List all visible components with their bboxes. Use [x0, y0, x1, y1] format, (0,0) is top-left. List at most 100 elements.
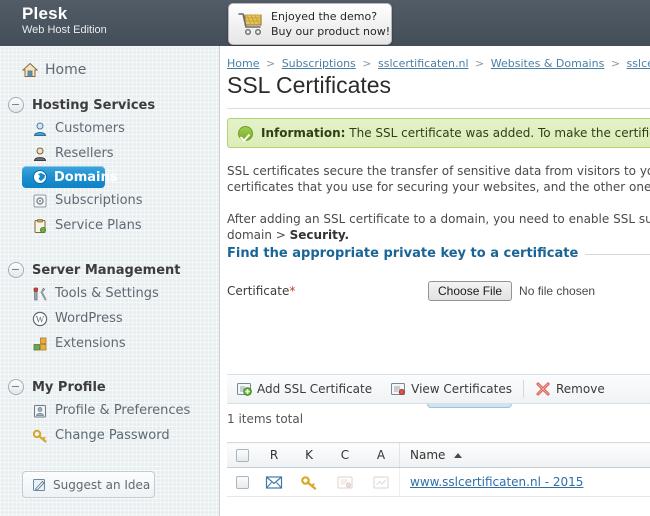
- row-cell-a: [363, 467, 400, 497]
- actions-toolbar: Add SSL Certificate View Certificates Re…: [227, 374, 650, 404]
- ca-certificate-icon-disabled: [373, 476, 389, 488]
- certificate-label-text: Certificate: [227, 284, 290, 298]
- sidebar-item-service-plans[interactable]: Service Plans: [0, 213, 219, 238]
- remove-label: Remove: [556, 382, 605, 396]
- intro-paragraph-2-line1: After adding an SSL certificate to a dom…: [227, 212, 650, 226]
- certificate-field-label: Certificate*: [227, 284, 295, 298]
- sidebar-item-customers[interactable]: Customers: [0, 116, 219, 141]
- section-header-private-key: Find the appropriate private key to a ce…: [227, 246, 650, 262]
- sidebar-item-extensions-label: Extensions: [55, 336, 126, 351]
- collapse-minus-icon[interactable]: [8, 262, 24, 278]
- demo-banner-text: Enjoyed the demo? Buy our product now!: [271, 9, 390, 39]
- main-content: Home > Subscriptions > sslcertificaten.n…: [220, 46, 650, 516]
- brand-logo[interactable]: Plesk Web Host Edition: [22, 4, 107, 36]
- breadcrumb-separator: >: [265, 57, 276, 70]
- profile-icon: [34, 404, 46, 417]
- envelope-icon[interactable]: [265, 475, 283, 490]
- wordpress-icon: W: [32, 311, 48, 326]
- info-banner-label: Information:: [261, 126, 346, 140]
- breadcrumb-item-home[interactable]: Home: [227, 57, 259, 70]
- view-certificates-button[interactable]: View Certificates: [381, 375, 521, 403]
- sidebar-item-service-plans-label: Service Plans: [55, 218, 142, 233]
- sidebar-item-resellers[interactable]: Resellers: [0, 141, 219, 166]
- user-icon: [33, 122, 47, 136]
- sidebar-group-header-my-profile[interactable]: My Profile: [0, 376, 219, 398]
- sidebar-item-change-password-label: Change Password: [55, 428, 170, 443]
- sidebar-item-home[interactable]: Home: [0, 58, 219, 82]
- info-banner-text: Information: The SSL certificate was add…: [261, 126, 650, 140]
- collapse-minus-icon[interactable]: [8, 97, 24, 113]
- tools-icon: [33, 287, 47, 300]
- sidebar-item-profile-preferences[interactable]: Profile & Preferences: [0, 398, 219, 423]
- sidebar-group-label: Hosting Services: [32, 97, 156, 113]
- table-row[interactable]: www.sslcertificaten.nl - 2015: [227, 467, 650, 497]
- column-header-r[interactable]: R: [257, 442, 291, 468]
- certificate-name-link[interactable]: www.sslcertificaten.nl - 2015: [410, 475, 583, 489]
- sidebar-group-hosting-services: Hosting Services Customers Resellers Dom…: [0, 94, 219, 238]
- breadcrumb-item-domain-2[interactable]: sslcertificaten.nl: [627, 57, 650, 70]
- add-ssl-certificate-button[interactable]: Add SSL Certificate: [227, 375, 381, 403]
- remove-button[interactable]: Remove: [526, 375, 614, 403]
- sidebar-item-tools-settings-label: Tools & Settings: [55, 286, 159, 301]
- row-checkbox[interactable]: [235, 476, 249, 489]
- sidebar-item-subscriptions[interactable]: Subscriptions: [0, 188, 219, 213]
- sidebar-item-home-label: Home: [45, 62, 87, 78]
- shopping-cart-icon: [238, 13, 262, 36]
- section-header-label[interactable]: Find the appropriate private key to a ce…: [227, 246, 586, 261]
- page-title: SSL Certificates: [227, 72, 392, 98]
- intro-paragraph-2-line2: domain >: [227, 228, 290, 242]
- sidebar-navigation: Home Hosting Services Customers Reseller…: [0, 46, 220, 516]
- sidebar-group-header-server-management[interactable]: Server Management: [0, 259, 219, 281]
- breadcrumb-separator: >: [475, 57, 485, 70]
- certificate-add-icon: [237, 383, 252, 396]
- breadcrumb-item-websites-domains[interactable]: Websites & Domains: [491, 57, 605, 70]
- intro-paragraph-1-cont: certificates that you use for securing y…: [227, 179, 650, 195]
- breadcrumb-item-domain[interactable]: sslcertificaten.nl: [378, 57, 469, 70]
- certificate-view-icon: [391, 383, 406, 396]
- intro-paragraph-1: SSL certificates secure the transfer of …: [227, 163, 650, 179]
- sidebar-group-label: My Profile: [32, 379, 106, 395]
- sidebar-group-header-hosting-services[interactable]: Hosting Services: [0, 94, 219, 116]
- sidebar-item-wordpress-label: WordPress: [55, 311, 123, 326]
- select-all-checkbox[interactable]: [235, 449, 249, 462]
- key-icon[interactable]: [300, 475, 318, 490]
- sidebar-item-extensions[interactable]: Extensions: [0, 331, 219, 356]
- collapse-minus-icon[interactable]: [8, 379, 24, 395]
- remove-x-icon: [536, 382, 550, 396]
- items-total-count: 1 items total: [227, 412, 304, 426]
- column-header-c[interactable]: C: [327, 442, 363, 468]
- sidebar-item-domains-label: Domains: [54, 169, 118, 185]
- extensions-icon: [33, 337, 47, 350]
- choose-file-button[interactable]: Choose File: [428, 281, 513, 301]
- sidebar-group-server-management: Server Management Tools & Settings W Wor…: [0, 259, 219, 356]
- column-header-name[interactable]: Name: [399, 442, 650, 468]
- row-cell-r: [257, 467, 291, 497]
- certificate-file-input[interactable]: Choose File No file chosen: [428, 281, 595, 301]
- sidebar-item-wordpress[interactable]: W WordPress: [0, 306, 219, 331]
- buy-product-banner[interactable]: Enjoyed the demo? Buy our product now!: [228, 3, 392, 45]
- breadcrumb-separator: >: [610, 57, 621, 70]
- suggest-an-idea-button[interactable]: Suggest an Idea: [22, 471, 155, 498]
- sidebar-item-domains[interactable]: Domains: [22, 166, 118, 188]
- intro-paragraph-1-line2: certificates that you use for securing y…: [227, 180, 650, 194]
- column-header-k[interactable]: K: [291, 442, 327, 468]
- info-banner-message: The SSL certificate was added. To make t…: [349, 126, 650, 140]
- sidebar-item-customers-label: Customers: [55, 121, 125, 136]
- column-header-a[interactable]: A: [363, 442, 400, 468]
- globe-icon: [33, 170, 47, 184]
- brand-name: Plesk: [22, 4, 68, 23]
- sidebar-group-label: Server Management: [32, 262, 181, 278]
- security-emphasis: Security.: [289, 228, 350, 242]
- intro-paragraph-2: After adding an SSL certificate to a dom…: [227, 211, 650, 227]
- title-divider: [227, 108, 650, 109]
- sidebar-item-tools-settings[interactable]: Tools & Settings: [0, 281, 219, 306]
- row-cell-c: [327, 467, 363, 497]
- sort-ascending-icon: [454, 453, 463, 458]
- view-certificates-label: View Certificates: [411, 382, 512, 396]
- breadcrumb-item-subscriptions[interactable]: Subscriptions: [282, 57, 356, 70]
- pencil-note-icon: [33, 478, 45, 491]
- sidebar-item-change-password[interactable]: Change Password: [0, 423, 219, 448]
- intro-paragraph-2-cont: domain > Security.: [227, 227, 650, 243]
- clipboard-icon: [34, 218, 46, 233]
- row-select-cell: [227, 467, 257, 497]
